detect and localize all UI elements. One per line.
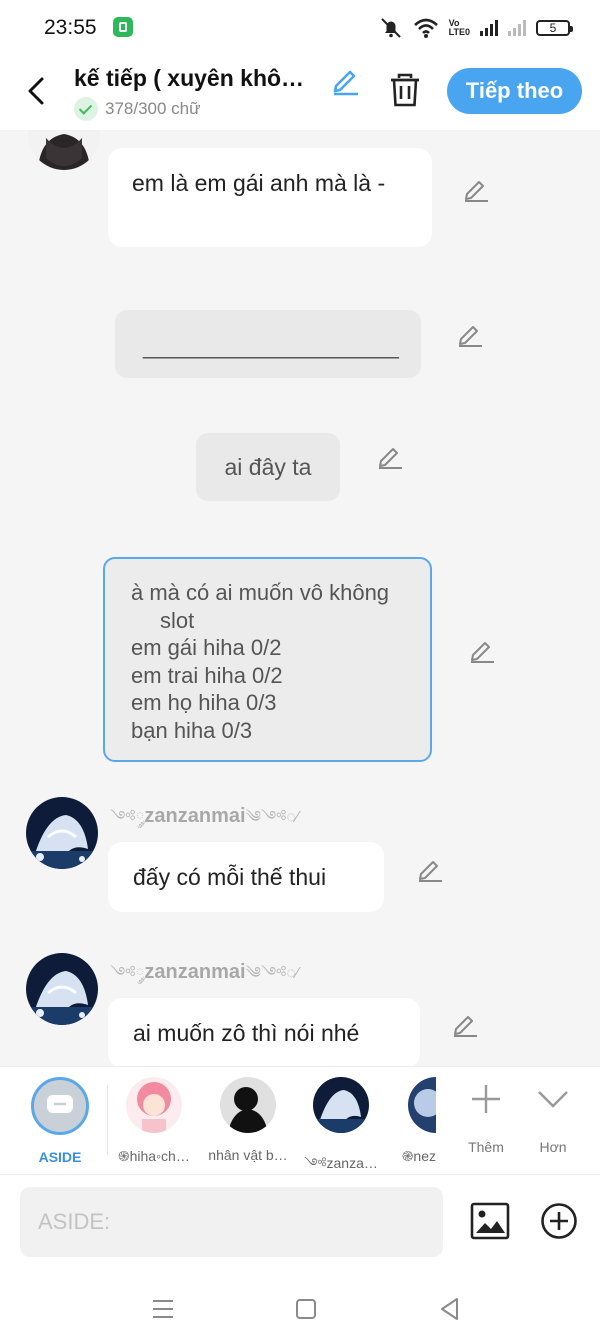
menu-icon[interactable] [148, 1294, 178, 1324]
character-name: ༺zanza… [304, 1155, 378, 1171]
word-count-label: 378/300 chữ [105, 99, 201, 118]
message-line: slot [160, 607, 195, 633]
edit-message-pencil-icon[interactable] [416, 855, 444, 883]
username-decoration: ༄༺◌⁄ [245, 965, 299, 982]
character-avatar [220, 1077, 276, 1133]
message-text: đấy có mỗi thế thui [133, 864, 327, 890]
signal-strength-icon [480, 20, 498, 36]
character-item[interactable]: ֎nez [390, 1077, 436, 1166]
check-icon [74, 97, 98, 121]
avatar[interactable] [28, 130, 100, 170]
username: ༺◌༘zanzanmai༄༺◌⁄ [110, 799, 299, 844]
aside-input[interactable] [20, 1187, 443, 1257]
character-item[interactable]: ֍hiha◦ch… [109, 1077, 199, 1166]
mute-bell-icon [380, 18, 401, 38]
back-triangle-icon[interactable] [435, 1294, 465, 1324]
message-line: bạn hiha 0/3 [131, 717, 253, 743]
add-character-button[interactable]: Thêm [458, 1079, 514, 1155]
home-icon[interactable] [291, 1294, 321, 1324]
chat-bubble-icon [47, 1095, 73, 1113]
username-decoration: ༄༺◌⁄ [245, 809, 299, 826]
edit-message-pencil-icon[interactable] [451, 1010, 479, 1038]
character-avatar [408, 1077, 436, 1133]
app-notification-icon [113, 17, 133, 37]
chevron-down-icon [538, 1091, 568, 1108]
plus-icon [472, 1085, 500, 1113]
volte-label: Vo LTE0 [448, 18, 470, 37]
message-text: ____________________ [143, 333, 399, 359]
aside-avatar [31, 1077, 89, 1135]
character-name: nhân vật b… [208, 1147, 288, 1163]
header: kế tiếp ( xuyên khô… 378/300 chữ Tiếp th… [0, 55, 600, 130]
edit-message-pencil-icon[interactable] [462, 175, 490, 203]
status-time: 23:55 [44, 16, 97, 39]
username-text: zanzanmai [144, 805, 246, 827]
character-item[interactable]: nhân vật b… [203, 1077, 293, 1163]
status-bar: 23:55 Vo LTE0 5 [0, 0, 600, 55]
edit-message-pencil-icon[interactable] [456, 320, 484, 348]
character-selector-bar: ASIDE ֍hiha◦ch… nhân vật b… ༺zanza… ֎nez… [0, 1066, 600, 1175]
character-name: ֍hiha◦ch… [118, 1148, 190, 1164]
add-character-label: Thêm [468, 1139, 504, 1155]
status-icons: Vo LTE0 5 [379, 15, 573, 41]
username-text: zanzanmai [144, 961, 246, 983]
character-name: ASIDE [38, 1149, 82, 1165]
message-bubble[interactable]: em là em gái anh mà là - [108, 148, 432, 247]
message-line: à mà có ai muốn vô không [131, 580, 390, 605]
add-circle-icon[interactable] [540, 1202, 578, 1240]
message-text: ai đây ta [224, 454, 312, 480]
edit-message-pencil-icon[interactable] [468, 636, 496, 664]
collapse-button[interactable]: Hơn [525, 1079, 581, 1155]
signal-sim2-icon [508, 20, 526, 36]
word-count: 378/300 chữ [74, 97, 201, 121]
message-bubble[interactable]: ai đây ta [196, 433, 340, 501]
character-name: ֎nez [401, 1148, 436, 1164]
character-avatar [313, 1077, 369, 1133]
next-button[interactable]: Tiếp theo [447, 68, 582, 114]
username-decoration: ༺◌༘ [110, 809, 145, 826]
character-avatar [126, 1077, 182, 1133]
page-title: kế tiếp ( xuyên khô… [74, 65, 305, 91]
character-aside[interactable]: ASIDE [15, 1077, 105, 1165]
username: ༺◌༘zanzanmai༄༺◌⁄ [110, 955, 299, 1000]
trash-icon[interactable] [388, 72, 422, 108]
message-line: em họ hiha 0/3 [131, 690, 277, 715]
input-area [0, 1174, 600, 1275]
edit-title-pencil-icon[interactable] [330, 64, 362, 96]
edit-message-pencil-icon[interactable] [376, 442, 404, 470]
character-item[interactable]: ༺zanza… [296, 1077, 386, 1175]
message-line: em trai hiha 0/2 [131, 662, 283, 688]
collapse-label: Hơn [539, 1139, 567, 1155]
username-decoration: ༺◌༘ [110, 965, 145, 982]
avatar[interactable] [26, 953, 98, 1025]
message-bubble[interactable]: ai muốn zô thì nói nhé [108, 998, 420, 1066]
message-line: em gái hiha 0/2 [131, 635, 282, 660]
chat-area[interactable]: em là em gái anh mà là - _______________… [0, 130, 600, 1066]
battery-icon: 5 [536, 20, 573, 36]
wifi-icon [413, 18, 438, 38]
message-text: ai muốn zô thì nói nhé [133, 1020, 360, 1046]
avatar[interactable] [26, 797, 98, 869]
selected-message-bubble[interactable]: à mà có ai muốn vô không slot em gái hih… [103, 557, 432, 762]
message-bubble[interactable]: đấy có mỗi thế thui [108, 842, 384, 912]
message-text: em là em gái anh mà là - [132, 170, 386, 196]
divider [107, 1085, 108, 1155]
message-bubble[interactable]: ____________________ [115, 310, 421, 378]
back-arrow-icon[interactable] [22, 73, 54, 109]
system-navbar [0, 1274, 600, 1343]
image-icon[interactable] [470, 1202, 510, 1240]
